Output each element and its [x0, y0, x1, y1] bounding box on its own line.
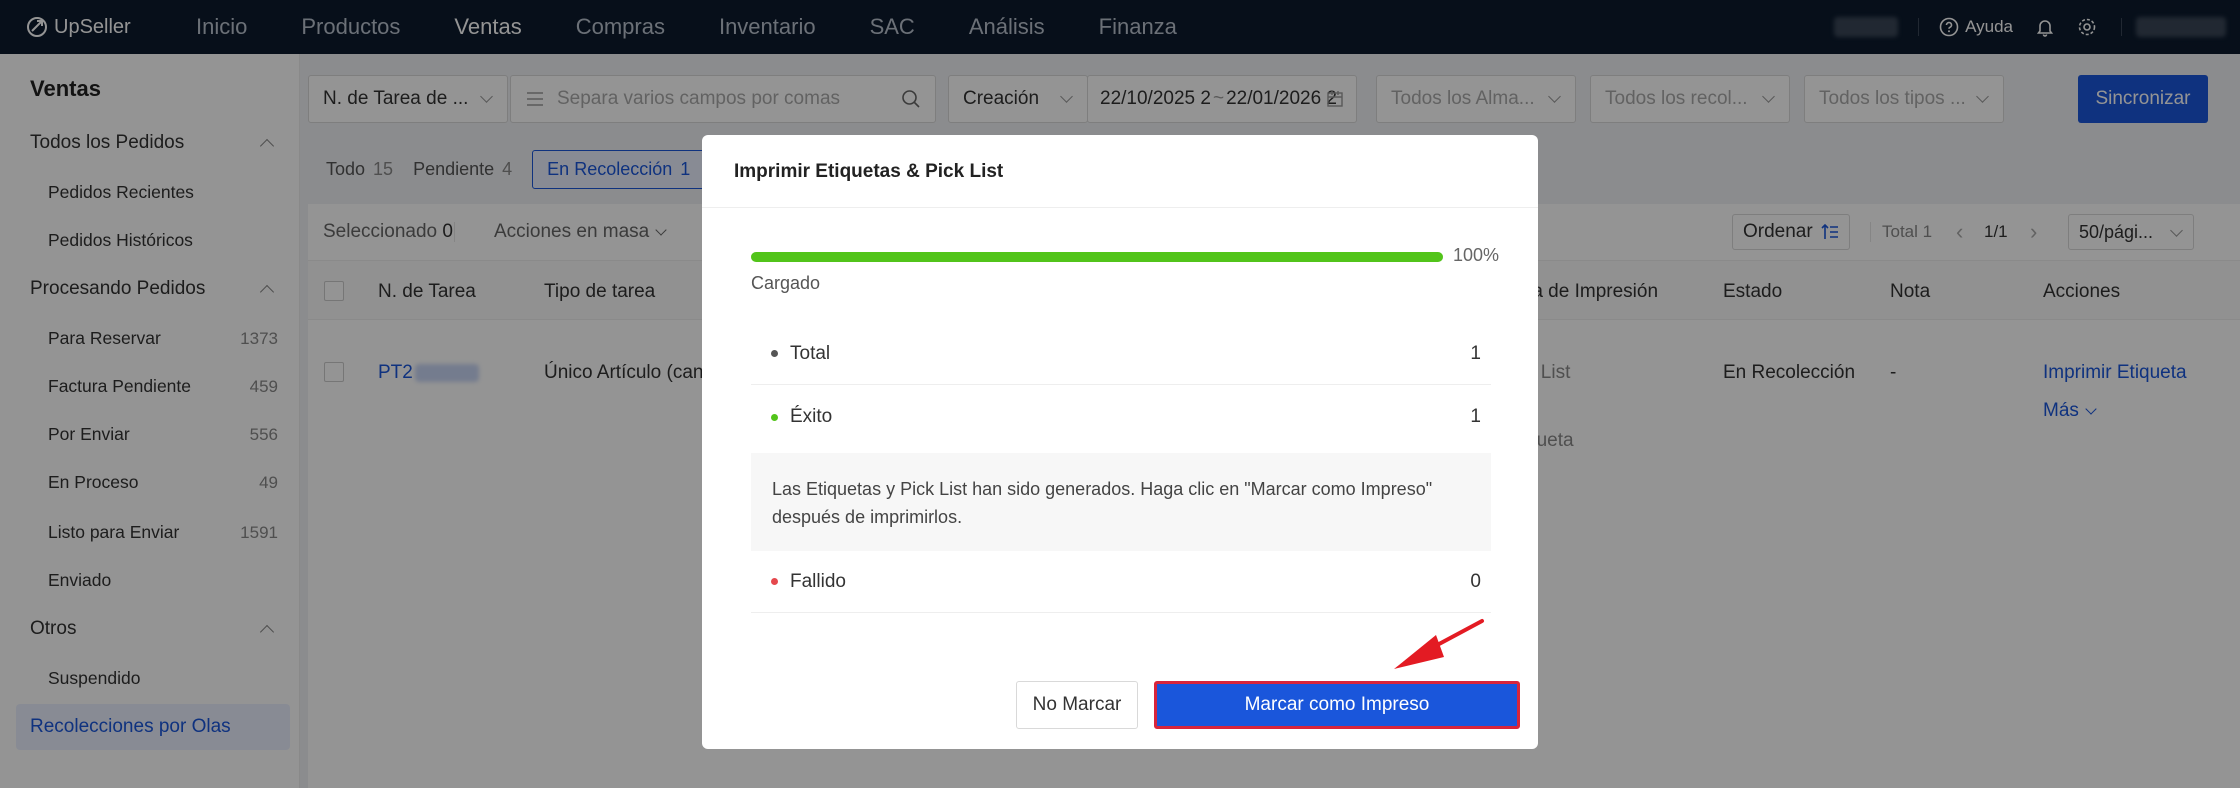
result-row-success: Éxito 1 — [751, 386, 1491, 448]
no-mark-button[interactable]: No Marcar — [1016, 681, 1138, 729]
progress-status: Cargado — [751, 273, 821, 293]
red-arrow-annotation-icon — [1394, 619, 1484, 669]
dialog-title: Imprimir Etiquetas & Pick List — [734, 161, 1004, 182]
progress-bar — [751, 252, 1443, 262]
success-message: Las Etiquetas y Pick List han sido gener… — [751, 453, 1491, 551]
success-label: Éxito — [790, 406, 833, 427]
mark-as-printed-button[interactable]: Marcar como Impreso — [1154, 681, 1520, 729]
total-value: 1 — [1470, 342, 1481, 364]
total-label: Total — [790, 342, 831, 364]
failed-label: Fallido — [790, 570, 846, 592]
result-row-total: Total 1 — [751, 323, 1491, 385]
bullet-icon — [771, 350, 778, 357]
progress-percent: 100% — [1453, 245, 1500, 265]
progress-fill — [751, 252, 1443, 262]
result-row-failed: Fallido 0 — [751, 551, 1491, 613]
failed-value: 0 — [1470, 570, 1481, 592]
success-dot-icon — [771, 413, 778, 421]
divider — [702, 207, 1538, 208]
success-value: 1 — [1470, 406, 1481, 427]
failed-dot-icon — [771, 578, 778, 585]
